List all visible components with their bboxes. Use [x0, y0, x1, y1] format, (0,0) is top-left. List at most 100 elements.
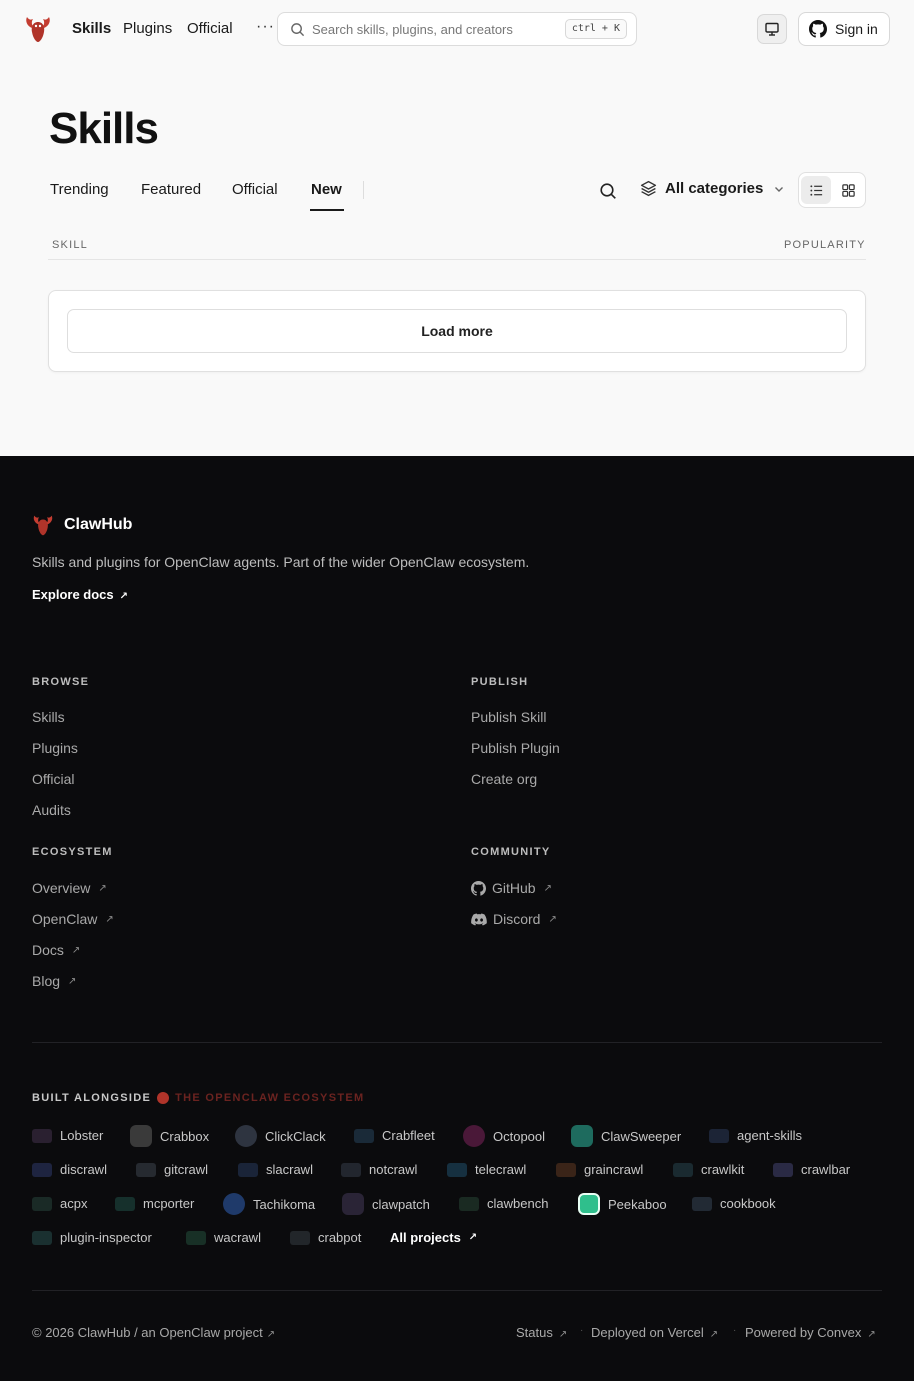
tab-divider	[363, 181, 364, 199]
page-title: Skills	[49, 104, 159, 153]
footer-link-docs[interactable]: Docs ↗	[32, 942, 80, 958]
project-agent-skills[interactable]: agent-skills	[709, 1128, 802, 1143]
vercel-label: Deployed on Vercel	[591, 1325, 704, 1340]
crawlkit-icon	[673, 1162, 693, 1177]
footer-link-blog[interactable]: Blog ↗	[32, 973, 76, 989]
sign-in-button[interactable]: Sign in	[798, 12, 890, 46]
keyboard-shortcut-badge: ctrl + K	[564, 19, 627, 39]
project-label: clawbench	[487, 1196, 549, 1211]
nav-official-link[interactable]: Official	[187, 20, 233, 37]
clawhub-footer-logo-icon	[33, 515, 53, 536]
project-label: mcporter	[143, 1196, 195, 1211]
footer-link-create-org[interactable]: Create org	[471, 771, 537, 787]
powered-by-convex-link[interactable]: Powered by Convex ↗	[745, 1325, 876, 1340]
project-crawlkit[interactable]: crawlkit	[673, 1162, 744, 1177]
project-mcporter[interactable]: mcporter	[115, 1196, 194, 1211]
footer-link-publish-skill[interactable]: Publish Skill	[471, 709, 546, 725]
peekaboo-ghost-icon	[578, 1193, 600, 1215]
tab-new[interactable]: New	[311, 181, 342, 198]
project-clawsweeper[interactable]: ClawSweeper	[571, 1125, 681, 1147]
list-view-button[interactable]	[801, 176, 831, 204]
project-plugin-inspector[interactable]: plugin-inspector	[32, 1230, 152, 1245]
list-icon	[809, 184, 822, 196]
theme-toggle-button[interactable]	[757, 14, 787, 44]
grid-view-button[interactable]	[833, 176, 863, 204]
project-label: ClickClack	[265, 1128, 326, 1144]
convex-label: Powered by Convex	[745, 1325, 862, 1340]
project-clawpatch[interactable]: clawpatch	[342, 1193, 430, 1215]
column-header-popularity[interactable]: POPULARITY	[784, 239, 866, 251]
view-toggle	[798, 172, 866, 208]
project-cookbook[interactable]: cookbook	[692, 1196, 776, 1211]
browse-section-title: BROWSE	[32, 676, 90, 688]
search-input[interactable]	[312, 18, 562, 40]
deployed-on-vercel-link[interactable]: Deployed on Vercel ↗	[591, 1325, 718, 1340]
project-crabpot[interactable]: crabpot	[290, 1230, 361, 1245]
project-crawlbar[interactable]: crawlbar	[773, 1162, 850, 1177]
ecosystem-name[interactable]: THE OPENCLAW ECOSYSTEM	[175, 1092, 364, 1104]
project-crabbox[interactable]: Crabbox	[130, 1125, 209, 1147]
clawsweeper-icon	[571, 1125, 593, 1147]
project-label: discrawl	[60, 1162, 107, 1177]
project-clickclack[interactable]: ClickClack	[235, 1125, 326, 1147]
all-projects-link[interactable]: All projects ↗	[390, 1230, 477, 1245]
tab-trending[interactable]: Trending	[50, 181, 109, 198]
explore-docs-link[interactable]: Explore docs ↗	[32, 587, 128, 602]
tab-official[interactable]: Official	[232, 181, 278, 198]
project-wacrawl[interactable]: wacrawl	[186, 1230, 261, 1245]
grid-icon	[841, 183, 855, 197]
acpx-icon	[32, 1196, 52, 1211]
footer-link-official[interactable]: Official	[32, 771, 75, 787]
project-crabfleet[interactable]: Crabfleet	[354, 1128, 435, 1143]
external-arrow-icon: ↗	[468, 1232, 478, 1243]
footer-link-github[interactable]: GitHub ↗	[471, 880, 552, 896]
project-label: plugin-inspector	[60, 1230, 152, 1245]
project-lobster[interactable]: Lobster	[32, 1128, 103, 1143]
categories-dropdown[interactable]: All categories	[640, 180, 793, 197]
clawhub-logo-icon[interactable]	[24, 14, 52, 44]
categories-label: All categories	[665, 180, 764, 197]
project-label: Crabfleet	[382, 1128, 435, 1143]
footer-link-openclaw[interactable]: OpenClaw ↗	[32, 911, 114, 927]
project-telecrawl[interactable]: telecrawl	[447, 1162, 526, 1177]
status-link[interactable]: Status ↗	[516, 1325, 567, 1340]
footer-link-publish-plugin[interactable]: Publish Plugin	[471, 740, 560, 756]
crabbox-icon	[130, 1125, 152, 1147]
ecosystem-section-title: ECOSYSTEM	[32, 846, 113, 858]
chevron-down-icon	[775, 186, 784, 192]
project-clawbench[interactable]: clawbench	[459, 1196, 548, 1211]
search-icon	[291, 23, 305, 37]
layers-icon	[640, 180, 657, 197]
external-arrow-icon: ↗	[548, 913, 557, 925]
openclaw-label: OpenClaw	[32, 911, 98, 927]
nav-plugins-link[interactable]: Plugins	[123, 20, 172, 37]
tab-featured[interactable]: Featured	[141, 181, 201, 198]
footer-link-skills[interactable]: Skills	[32, 709, 65, 725]
project-label: Lobster	[60, 1128, 104, 1143]
footer-link-audits[interactable]: Audits	[32, 802, 71, 818]
tachikoma-icon	[223, 1193, 245, 1215]
nav-skills-link[interactable]: Skills	[72, 20, 111, 37]
load-more-button[interactable]: Load more	[67, 309, 847, 353]
project-notcrawl[interactable]: notcrawl	[341, 1162, 417, 1177]
project-acpx[interactable]: acpx	[32, 1196, 87, 1211]
project-tachikoma[interactable]: Tachikoma	[223, 1193, 315, 1215]
more-menu-button[interactable]: ···	[256, 18, 275, 36]
external-arrow-icon: ↗	[709, 1329, 719, 1340]
project-peekaboo[interactable]: Peekaboo	[578, 1193, 667, 1215]
project-slacrawl[interactable]: slacrawl	[238, 1162, 313, 1177]
monitor-icon	[765, 22, 779, 36]
table-divider	[48, 259, 866, 260]
project-octopool[interactable]: Octopool	[463, 1125, 545, 1147]
project-graincrawl[interactable]: graincrawl	[556, 1162, 643, 1177]
external-arrow-icon: ↗	[71, 944, 81, 956]
project-gitcrawl[interactable]: gitcrawl	[136, 1162, 208, 1177]
footer-link-plugins[interactable]: Plugins	[32, 740, 78, 756]
built-alongside-heading: BUILT ALONGSIDE THE OPENCLAW ECOSYSTEM	[32, 1092, 364, 1104]
external-arrow-icon: ↗	[558, 1329, 568, 1340]
filter-search-icon[interactable]	[599, 182, 617, 200]
project-discrawl[interactable]: discrawl	[32, 1162, 107, 1177]
footer-link-discord[interactable]: Discord ↗	[471, 911, 557, 927]
footer-link-overview[interactable]: Overview ↗	[32, 880, 107, 896]
search-box[interactable]: ctrl + K	[277, 12, 637, 46]
